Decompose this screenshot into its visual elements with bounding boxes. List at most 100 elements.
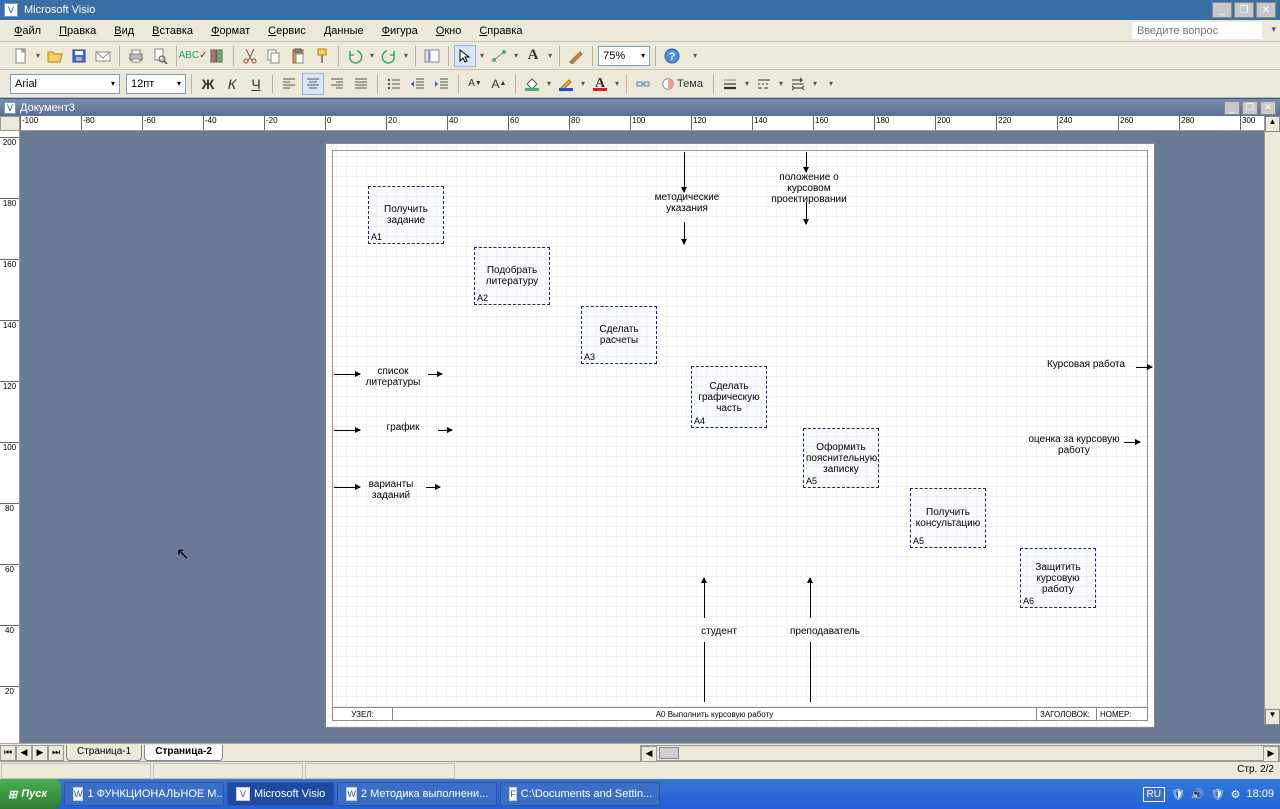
mechanism-label[interactable]: преподаватель bbox=[780, 626, 870, 637]
menu-data[interactable]: Данные bbox=[316, 22, 372, 40]
zoom-combo[interactable]: 75%▾ bbox=[598, 46, 650, 66]
vertical-ruler[interactable]: 20018016014012010080604020 bbox=[0, 131, 20, 743]
line-weight-dropdown[interactable]: ▾ bbox=[743, 79, 751, 88]
tab-page-2[interactable]: Страница-2 bbox=[144, 745, 223, 761]
tab-last-button[interactable]: ⏭ bbox=[48, 745, 64, 761]
doc-close-button[interactable]: ✕ bbox=[1260, 101, 1276, 115]
fill-color-button[interactable] bbox=[521, 73, 543, 95]
input-arrow[interactable] bbox=[334, 430, 360, 431]
undo-dropdown[interactable]: ▾ bbox=[368, 51, 376, 60]
connector-tool[interactable] bbox=[488, 45, 510, 67]
hscroll-thumb[interactable] bbox=[659, 747, 679, 759]
italic-button[interactable]: К bbox=[221, 73, 243, 95]
menu-file[interactable]: Файл bbox=[6, 22, 49, 40]
scroll-left-button[interactable]: ◀ bbox=[641, 746, 657, 762]
idef-box-A5[interactable]: Оформить пояснительную запискуA5 bbox=[803, 428, 879, 488]
taskbar-item[interactable]: W2 Методика выполнени... bbox=[337, 782, 497, 806]
menu-window[interactable]: Окно bbox=[428, 22, 470, 40]
minimize-button[interactable]: _ bbox=[1212, 2, 1232, 18]
cut-button[interactable] bbox=[239, 45, 261, 67]
new-dropdown[interactable]: ▾ bbox=[34, 51, 42, 60]
save-button[interactable] bbox=[68, 45, 90, 67]
output-label[interactable]: оценка за курсовую работу bbox=[1024, 434, 1124, 456]
shapes-panel-button[interactable] bbox=[421, 45, 443, 67]
menu-help[interactable]: Справка bbox=[471, 22, 530, 40]
scroll-right-button[interactable]: ▶ bbox=[1263, 746, 1279, 762]
control-arrow[interactable] bbox=[806, 202, 807, 224]
mechanism-line[interactable] bbox=[810, 642, 811, 702]
taskbar-item[interactable]: VMicrosoft Visio bbox=[227, 782, 334, 806]
idef-box-A6[interactable]: Защитить курсовую работуA6 bbox=[1020, 548, 1096, 608]
input-arrow[interactable] bbox=[438, 430, 452, 431]
toolbar-overflow[interactable]: ▾ bbox=[691, 51, 699, 60]
menu-format[interactable]: Формат bbox=[203, 22, 258, 40]
align-right-button[interactable] bbox=[326, 73, 348, 95]
format-painter-button[interactable] bbox=[311, 45, 333, 67]
research-button[interactable] bbox=[206, 45, 228, 67]
idef-box-A5[interactable]: Получить консультациюA5 bbox=[910, 488, 986, 548]
email-button[interactable] bbox=[92, 45, 114, 67]
tab-first-button[interactable]: ⏮ bbox=[0, 745, 16, 761]
horizontal-ruler[interactable]: -100-80-60-40-20020406080100120140160180… bbox=[20, 116, 1280, 131]
idef-box-A2[interactable]: Подобрать литературуA2 bbox=[474, 247, 550, 305]
ink-tool[interactable] bbox=[565, 45, 587, 67]
control-arrow[interactable] bbox=[684, 152, 685, 192]
vertical-scrollbar[interactable]: ▲ ▼ bbox=[1264, 116, 1280, 725]
mechanism-line[interactable] bbox=[704, 642, 705, 702]
scroll-up-button[interactable]: ▲ bbox=[1265, 116, 1280, 132]
restore-button[interactable]: ❐ bbox=[1234, 2, 1254, 18]
tab-page-1[interactable]: Страница-1 bbox=[66, 745, 142, 761]
output-arrow[interactable] bbox=[1124, 442, 1140, 443]
spellcheck-button[interactable]: ABC✓ bbox=[182, 45, 204, 67]
tab-next-button[interactable]: ▶ bbox=[32, 745, 48, 761]
redo-button[interactable] bbox=[378, 45, 400, 67]
font-size-combo[interactable]: 12пт▾ bbox=[126, 74, 186, 94]
control-arrow[interactable] bbox=[684, 222, 685, 244]
increase-indent-button[interactable] bbox=[431, 73, 453, 95]
font-name-combo[interactable]: Arial▾ bbox=[10, 74, 120, 94]
input-arrow[interactable] bbox=[426, 487, 440, 488]
input-arrow[interactable] bbox=[334, 374, 360, 375]
horizontal-scrollbar[interactable]: ◀ ▶ bbox=[640, 745, 1280, 761]
tray-icon[interactable]: ⚙ bbox=[1231, 788, 1241, 801]
decrease-font-button[interactable]: A▼ bbox=[464, 73, 486, 95]
tray-icon[interactable]: 🔊 bbox=[1191, 788, 1205, 801]
scroll-down-button[interactable]: ▼ bbox=[1265, 709, 1280, 725]
input-arrow[interactable] bbox=[428, 374, 442, 375]
redo-dropdown[interactable]: ▾ bbox=[402, 51, 410, 60]
align-left-button[interactable] bbox=[278, 73, 300, 95]
tray-clock[interactable]: 18:09 bbox=[1246, 788, 1274, 800]
help-dropdown-icon[interactable]: ▾ bbox=[1271, 24, 1276, 35]
line-ends-dropdown[interactable]: ▾ bbox=[811, 79, 819, 88]
idef-box-A4[interactable]: Сделать графическую частьA4 bbox=[691, 366, 767, 428]
output-arrow[interactable] bbox=[1136, 367, 1152, 368]
bold-button[interactable]: Ж bbox=[197, 73, 219, 95]
input-label[interactable]: список литературы bbox=[358, 366, 428, 388]
print-button[interactable] bbox=[125, 45, 147, 67]
help-search-input[interactable] bbox=[1132, 22, 1262, 39]
taskbar-item[interactable]: FC:\Documents and Settin... bbox=[500, 782, 660, 806]
undo-button[interactable] bbox=[344, 45, 366, 67]
mechanism-arrow[interactable] bbox=[704, 578, 705, 618]
mechanism-arrow[interactable] bbox=[810, 578, 811, 618]
pointer-tool[interactable] bbox=[454, 45, 476, 67]
line-color-button[interactable] bbox=[555, 73, 577, 95]
underline-button[interactable]: Ч bbox=[245, 73, 267, 95]
system-tray[interactable]: RU 🛡 🔊 🛡 ⚙ 18:09 bbox=[1137, 779, 1280, 809]
line-pattern-button[interactable] bbox=[753, 73, 775, 95]
decrease-indent-button[interactable] bbox=[407, 73, 429, 95]
autoconnect-button[interactable] bbox=[632, 73, 654, 95]
font-color-button[interactable]: A bbox=[589, 73, 611, 95]
canvas[interactable]: Получить заданиеA1Подобрать литературуA2… bbox=[20, 131, 1280, 743]
connector-dropdown[interactable]: ▾ bbox=[512, 51, 520, 60]
line-weight-button[interactable] bbox=[719, 73, 741, 95]
tray-icon[interactable]: 🛡 bbox=[1211, 788, 1225, 801]
idef-box-A3[interactable]: Сделать расчетыA3 bbox=[581, 306, 657, 364]
align-justify-button[interactable] bbox=[350, 73, 372, 95]
line-pattern-dropdown[interactable]: ▾ bbox=[777, 79, 785, 88]
text-dropdown[interactable]: ▾ bbox=[546, 51, 554, 60]
font-color-dropdown[interactable]: ▾ bbox=[613, 79, 621, 88]
new-button[interactable] bbox=[10, 45, 32, 67]
print-preview-button[interactable] bbox=[149, 45, 171, 67]
close-button[interactable]: ✕ bbox=[1256, 2, 1276, 18]
